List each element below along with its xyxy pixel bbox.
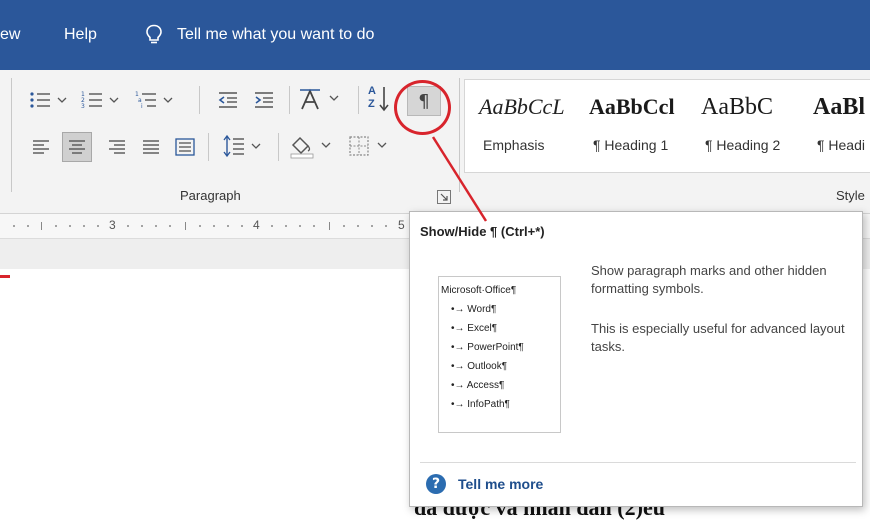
- justify-button[interactable]: [138, 134, 164, 160]
- ribbon-group-divider: [459, 78, 460, 192]
- highlight-circle: [394, 80, 451, 135]
- tell-me-search[interactable]: Tell me what you want to do: [145, 0, 374, 70]
- borders-icon: [349, 136, 387, 156]
- line-spacing-icon: [223, 134, 261, 158]
- tooltip-description: Show paragraph marks and other hidden fo…: [591, 263, 827, 296]
- bullet-list-icon: [30, 92, 67, 108]
- decrease-indent-icon: [218, 92, 237, 108]
- preview-line: •→ Word¶: [451, 304, 497, 315]
- help-icon: ?: [426, 474, 446, 494]
- preview-line: •→ Access¶: [451, 380, 505, 391]
- style-emphasis[interactable]: AaBbCcL Emphasis: [479, 80, 587, 172]
- preview-line: •→ Excel¶: [451, 323, 498, 334]
- decrease-indent-button[interactable]: [214, 88, 242, 112]
- preview-line: Microsoft·Office¶: [441, 285, 517, 296]
- text-direction-icon: [300, 88, 339, 110]
- svg-text:3: 3: [81, 103, 85, 110]
- tooltip-preview: Microsoft·Office¶ •→ Word¶ •→ Excel¶ •→ …: [438, 276, 561, 433]
- svg-text:i: i: [141, 103, 143, 110]
- increase-indent-button[interactable]: [250, 88, 278, 112]
- ruler-mark: 5: [398, 218, 405, 232]
- ribbon-separator: [199, 86, 200, 114]
- title-bar: ew Help Tell me what you want to do: [0, 0, 870, 70]
- align-center-icon: [69, 140, 85, 154]
- ruler-mark: 3: [109, 218, 116, 232]
- style-heading-1[interactable]: AaBbCcl ¶ Heading 1: [589, 80, 699, 172]
- styles-gallery: AaBbCcL Emphasis AaBbCcl ¶ Heading 1 AaB…: [464, 79, 870, 173]
- dialog-launcher-icon: [440, 193, 448, 201]
- distributed-button[interactable]: [172, 134, 198, 160]
- paragraph-group-label: Paragraph: [180, 188, 241, 203]
- show-hide-tooltip: Show/Hide ¶ (Ctrl+*) Microsoft·Office¶ •…: [409, 211, 863, 507]
- ribbon-separator: [208, 133, 209, 161]
- sort-button[interactable]: A Z: [366, 84, 392, 114]
- ruler-mark: 4: [253, 218, 260, 232]
- numbered-list-icon: 1 2 3: [81, 91, 119, 110]
- align-right-icon: [109, 140, 125, 154]
- multilevel-list-button[interactable]: 1 a i: [134, 88, 184, 112]
- increase-indent-icon: [255, 92, 273, 108]
- shading-button[interactable]: [288, 132, 340, 160]
- asian-layout-button[interactable]: [298, 86, 350, 112]
- ribbon-separator: [289, 86, 290, 114]
- align-right-button[interactable]: [104, 134, 130, 160]
- ribbon-group-divider: [11, 78, 12, 192]
- paragraph-dialog-launcher[interactable]: [437, 190, 451, 204]
- sort-icon: A Z: [366, 84, 392, 114]
- align-left-icon: [33, 140, 49, 154]
- lightbulb-icon: [146, 24, 162, 44]
- ribbon-separator: [278, 133, 279, 161]
- align-center-button[interactable]: [62, 132, 92, 162]
- preview-line: •→ InfoPath¶: [451, 399, 510, 410]
- bullets-button[interactable]: [28, 88, 76, 112]
- style-heading-2[interactable]: AaBbC ¶ Heading 2: [701, 80, 813, 172]
- cursor-marker: [0, 275, 10, 278]
- menu-item-review[interactable]: ew: [0, 0, 20, 70]
- styles-group-label: Style: [836, 188, 865, 203]
- borders-button[interactable]: [348, 132, 396, 160]
- align-left-button[interactable]: [28, 134, 54, 160]
- line-spacing-button[interactable]: [222, 132, 268, 160]
- justify-icon: [143, 140, 159, 154]
- tell-me-more-link[interactable]: ? Tell me more: [426, 474, 543, 494]
- preview-line: •→ Outlook¶: [451, 361, 508, 372]
- tooltip-description: This is especially useful for advanced l…: [591, 321, 845, 354]
- tooltip-title: Show/Hide ¶ (Ctrl+*): [420, 224, 545, 239]
- ribbon-separator: [358, 86, 359, 114]
- menu-item-help[interactable]: Help: [64, 0, 97, 70]
- numbering-button[interactable]: 1 2 3: [80, 88, 128, 112]
- paint-bucket-icon: [290, 136, 331, 159]
- distributed-icon: [175, 138, 195, 156]
- tooltip-divider: [420, 462, 856, 463]
- multilevel-list-icon: 1 a i: [135, 91, 173, 110]
- preview-line: •→ PowerPoint¶: [451, 342, 524, 353]
- style-heading-3[interactable]: AaBl ¶ Headi: [813, 80, 870, 172]
